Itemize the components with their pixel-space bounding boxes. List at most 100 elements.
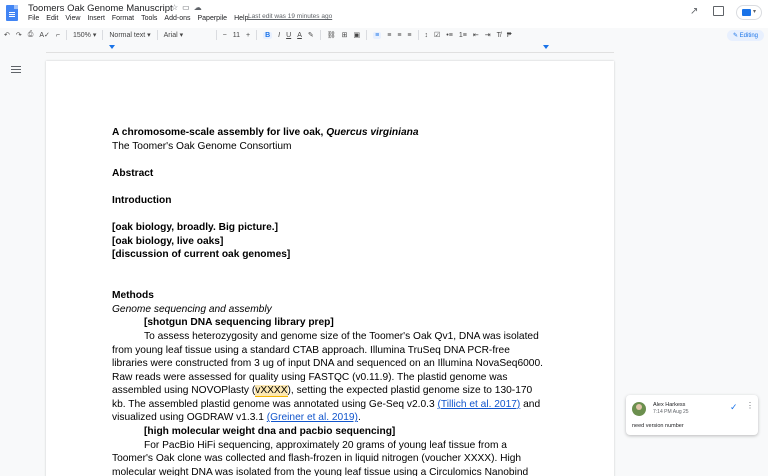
paperpile-icon[interactable]: ₱ (507, 32, 512, 39)
meet-button[interactable]: ▾ (736, 5, 762, 20)
subheading-genome-sequencing: Genome sequencing and assembly (112, 303, 272, 315)
paragraph-line: molecular weight DNA was isolated from t… (112, 466, 529, 476)
add-comment-icon[interactable]: ⊞ (342, 31, 348, 39)
paragraph-line: visualized using OGDRAW v1.3.1 (Greiner … (112, 411, 552, 425)
comment-history-icon[interactable] (713, 6, 724, 16)
comment-card[interactable]: Alex Harkess 7:14 PM Aug 25 ✓ ⋮ need ver… (626, 395, 758, 435)
spellcheck-icon[interactable]: A✓ (39, 31, 50, 39)
paragraph-line: For PacBio HiFi sequencing, approximatel… (144, 439, 507, 451)
folder-icon[interactable]: ▭ (182, 3, 194, 12)
cloud-icon: ☁ (193, 3, 206, 12)
align-left-icon[interactable]: ≡ (373, 31, 382, 39)
ruler[interactable] (46, 45, 614, 53)
citation-link[interactable]: (Tillich et al. 2017) (437, 399, 520, 410)
menu-edit[interactable]: Edit (46, 15, 58, 22)
paragraph-line: Toomer's Oak clone was collected and fla… (112, 453, 522, 465)
text-run: kb. The assembled plastid genome was ann… (112, 398, 438, 410)
heading-abstract: Abstract (112, 167, 154, 179)
left-indent-marker[interactable] (109, 45, 115, 49)
menu-addons[interactable]: Add-ons (164, 15, 190, 22)
text-color-button[interactable]: A (297, 32, 302, 39)
document-outline-icon[interactable] (11, 66, 21, 75)
clear-formatting-icon[interactable]: T̸ (497, 32, 501, 39)
decrease-indent-icon[interactable]: ⇤ (473, 31, 479, 39)
last-edit-link[interactable]: Last edit was 19 minutes ago (248, 13, 332, 20)
paint-format-icon[interactable]: ⌐ (56, 32, 60, 39)
heading-methods: Methods (112, 290, 154, 302)
text-run: assembled using NOVOPlasty ( (112, 385, 256, 397)
title-bar: Toomers Oak Genome Manuscript ☆▭☁ File E… (0, 0, 768, 28)
docs-logo-icon[interactable] (6, 5, 18, 21)
comment-text: need version number (632, 423, 684, 429)
paragraph-line: assembled using NOVOPlasty (vXXXX), sett… (112, 384, 552, 398)
video-camera-icon (742, 9, 751, 16)
font-value: Arial (163, 32, 178, 39)
style-value: Normal text (109, 32, 146, 39)
manuscript-title: A chromosome-scale assembly for live oak… (112, 126, 552, 140)
print-icon[interactable]: ⎙ (28, 31, 34, 39)
comment-time: 7:14 PM Aug 25 (653, 409, 689, 415)
style-select[interactable]: Normal text ▾ (109, 31, 150, 39)
menu-help[interactable]: Help (234, 15, 248, 22)
insert-link-icon[interactable]: ⛓ (327, 31, 336, 39)
document-page[interactable]: A chromosome-scale assembly for live oak… (46, 61, 614, 476)
text-run: . (357, 412, 361, 424)
text-run: visualized using OGDRAW v1.3.1 (112, 412, 267, 424)
font-size-input[interactable]: 11 (233, 32, 240, 39)
line-spacing-icon[interactable]: ↕ (425, 32, 429, 39)
editing-mode-label: Editing (739, 33, 758, 39)
paragraph-line: Raw reads were assessed for quality usin… (112, 371, 508, 383)
pencil-icon: ✎ (732, 33, 738, 39)
citation-link[interactable]: (Greiner et al. 2019) (267, 412, 358, 423)
paragraph-line: from young leaf tissue using a standard … (112, 344, 510, 356)
text-run: and (520, 398, 541, 410)
align-right-icon[interactable]: ≡ (397, 32, 401, 39)
menu-insert[interactable]: Insert (87, 15, 105, 22)
species-name: Quercus virginiana (326, 127, 419, 138)
document-title[interactable]: Toomers Oak Genome Manuscript (28, 3, 173, 14)
menu-view[interactable]: View (65, 15, 80, 22)
paragraph-line: kb. The assembled plastid genome was ann… (112, 398, 552, 412)
align-center-icon[interactable]: ≡ (387, 32, 391, 39)
increase-indent-icon[interactable]: ⇥ (485, 31, 491, 39)
placeholder-shotgun: [shotgun DNA sequencing library prep] (144, 317, 334, 329)
intro-placeholder-3: [discussion of current oak genomes] (112, 249, 291, 261)
title-actions: ☆▭☁ (171, 3, 206, 12)
more-options-icon[interactable]: ⋮ (746, 401, 754, 410)
consortium-line: The Toomer's Oak Genome Consortium (112, 140, 292, 152)
editing-mode-button[interactable]: ✎ Editing (726, 30, 764, 41)
menu-format[interactable]: Format (112, 15, 134, 22)
zoom-value: 150% (73, 32, 91, 39)
placeholder-hmw: [high molecular weight dna and pacbio se… (144, 426, 396, 438)
undo-icon[interactable]: ↶ (4, 31, 10, 39)
formatting-toolbar: ↶ ↷ ⎙ A✓ ⌐ 150% ▾ Normal text ▾ Arial ▾ … (4, 28, 768, 42)
menu-tools[interactable]: Tools (141, 15, 157, 22)
italic-button[interactable]: I (278, 32, 280, 39)
comment-author: Alex Harkess (653, 402, 686, 408)
checklist-icon[interactable]: ☑ (434, 31, 440, 39)
star-icon[interactable]: ☆ (171, 3, 182, 12)
insert-image-icon[interactable]: ▣ (354, 31, 361, 39)
paragraph-line: libraries were constructed from 3 ug of … (112, 358, 543, 370)
highlight-color-icon[interactable]: ✎ (308, 31, 314, 39)
avatar (632, 402, 646, 416)
right-indent-marker[interactable] (543, 45, 549, 49)
menu-paperpile[interactable]: Paperpile (198, 15, 228, 22)
activity-dashboard-icon[interactable]: ↗ (690, 6, 698, 17)
bulleted-list-icon[interactable]: •≡ (446, 32, 453, 39)
font-select[interactable]: Arial ▾ (164, 31, 210, 39)
numbered-list-icon[interactable]: 1≡ (459, 32, 467, 39)
menu-file[interactable]: File (28, 15, 39, 22)
font-size-decrease[interactable]: − (223, 32, 227, 39)
font-size-increase[interactable]: + (246, 32, 250, 39)
resolve-check-icon[interactable]: ✓ (730, 402, 738, 413)
redo-icon[interactable]: ↷ (16, 31, 22, 39)
menu-bar: File Edit View Insert Format Tools Add-o… (28, 15, 255, 22)
commented-text[interactable]: vXXXX (255, 385, 288, 398)
zoom-select[interactable]: 150% ▾ (73, 31, 96, 39)
align-justify-icon[interactable]: ≡ (407, 32, 411, 39)
bold-button[interactable]: B (263, 31, 273, 39)
heading-introduction: Introduction (112, 194, 172, 206)
document-body[interactable]: A chromosome-scale assembly for live oak… (112, 126, 552, 476)
underline-button[interactable]: U (286, 32, 291, 39)
